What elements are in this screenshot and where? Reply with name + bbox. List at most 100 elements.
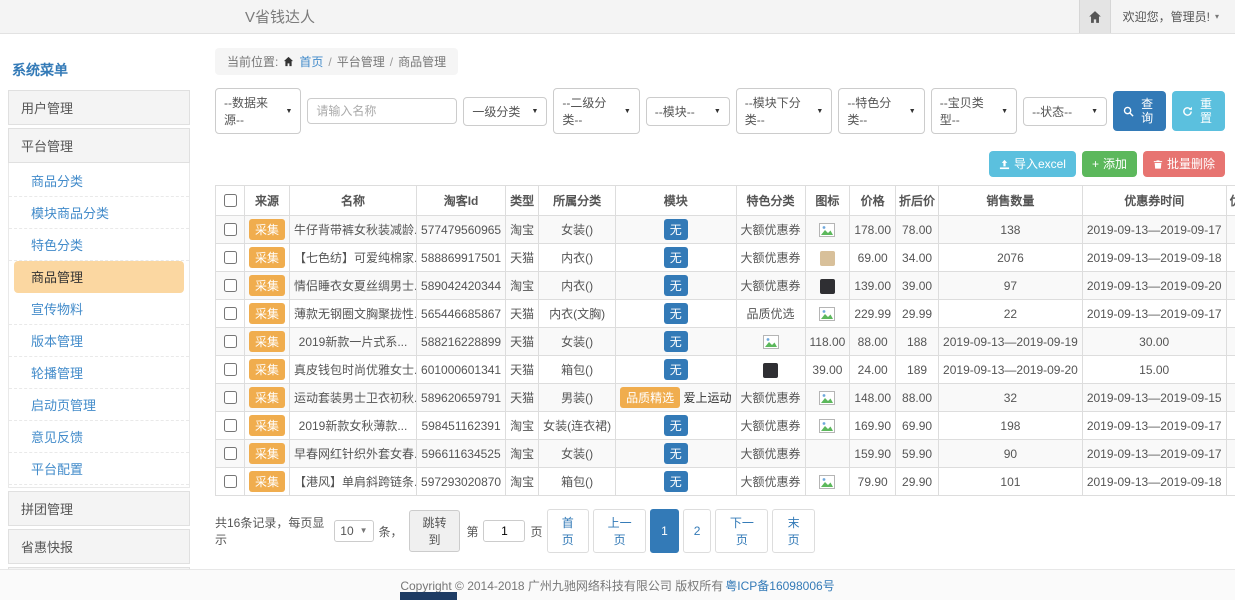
add-button[interactable]: + 添加 xyxy=(1082,151,1137,177)
source-badge: 采集 xyxy=(249,331,285,352)
row-checkbox[interactable] xyxy=(224,419,237,432)
taoke-id: 589042420344 xyxy=(417,272,506,300)
sidebar-subitem[interactable]: 平台配置 xyxy=(9,453,189,485)
import-excel-button[interactable]: 导入excel xyxy=(989,151,1076,177)
page-button[interactable]: 末页 xyxy=(772,509,815,553)
breadcrumb-separator: / xyxy=(328,55,331,69)
sales-count: 189 xyxy=(896,356,939,384)
sidebar-subitem[interactable]: 特色分类 xyxy=(9,229,189,261)
filter-select[interactable]: --宝贝类型-- ▼ xyxy=(931,88,1017,134)
sidebar-subitem[interactable]: 商品分类 xyxy=(9,165,189,197)
module-none-badge: 无 xyxy=(664,415,688,436)
sidebar-group[interactable]: 省惠快报 xyxy=(8,529,190,564)
page-button[interactable]: 首页 xyxy=(547,509,590,553)
sidebar-subitem[interactable]: 意见反馈 xyxy=(9,421,189,453)
batch-delete-button[interactable]: 批量删除 xyxy=(1143,151,1225,177)
sidebar-subitem[interactable]: 版本管理 xyxy=(9,325,189,357)
table-row: 采集 2019新款一片式系... 588216228899 天猫 女装() 无 xyxy=(216,328,1235,356)
filter-select[interactable]: --状态-- ▼ xyxy=(1023,97,1107,126)
sidebar-subitem[interactable]: 模块商品分类 xyxy=(9,197,189,229)
row-checkbox[interactable] xyxy=(224,251,237,264)
taoke-id: 588869917501 xyxy=(417,244,506,272)
sidebar-group-users[interactable]: 用户管理 xyxy=(8,90,190,125)
page-button[interactable]: 1 xyxy=(650,509,679,553)
sidebar-group-platform[interactable]: 平台管理 xyxy=(8,128,190,163)
coupon-time: 2019-09-13—2019-09-20 xyxy=(1082,272,1226,300)
coupon-amount: 35.00 xyxy=(1226,244,1235,272)
column-header: 价格 xyxy=(850,186,896,216)
page-size-select[interactable]: 10 ▼ xyxy=(334,520,373,542)
product-thumbnail xyxy=(763,363,778,378)
icon-cell xyxy=(805,244,850,272)
feature-category: 大额优惠券 xyxy=(736,468,805,496)
table-body: 采集 牛仔背带裤女秋装减龄... 577479560965 淘宝 女装() 无 … xyxy=(216,216,1235,496)
coupon-amount: 100.00 xyxy=(1226,440,1235,468)
row-checkbox[interactable] xyxy=(224,335,237,348)
jump-button[interactable]: 跳转到 xyxy=(409,510,461,552)
reset-button[interactable]: 重置 xyxy=(1172,91,1225,132)
icon-cell xyxy=(805,440,850,468)
icp-link[interactable]: 粤ICP备16098006号 xyxy=(725,577,834,594)
discount-price: 24.00 xyxy=(850,356,896,384)
row-checkbox[interactable] xyxy=(224,447,237,460)
sidebar-subitem[interactable]: 轮播管理 xyxy=(9,357,189,389)
price: 139.00 xyxy=(850,272,896,300)
module-cell: 无 xyxy=(616,440,736,468)
product-name: 早春网红针织外套女春... xyxy=(290,440,417,468)
jump-suffix: 页 xyxy=(530,523,542,540)
name-search-input[interactable] xyxy=(307,98,457,124)
filter-select[interactable]: 一级分类 ▼ xyxy=(463,97,547,126)
sidebar-group[interactable]: 拼团管理 xyxy=(8,491,190,526)
page-button[interactable]: 2 xyxy=(683,509,712,553)
product-thumbnail xyxy=(819,391,835,405)
module-none-badge: 无 xyxy=(664,471,688,492)
select-caret-icon: ▼ xyxy=(360,527,368,535)
data-source-select[interactable]: --数据来源-- ▼ xyxy=(215,88,301,134)
product-thumbnail xyxy=(819,475,835,489)
sidebar-subitem[interactable]: 商品管理 xyxy=(14,261,184,293)
filter-select[interactable]: --二级分类-- ▼ xyxy=(553,88,639,134)
column-header: 特色分类 xyxy=(736,186,805,216)
records-info: 共16条记录，每页显示 xyxy=(215,514,329,548)
sidebar-subitem[interactable]: 宣传物料 xyxy=(9,293,189,325)
row-checkbox[interactable] xyxy=(224,307,237,320)
taoke-id: 596611634525 xyxy=(417,440,506,468)
breadcrumb-separator: / xyxy=(390,55,393,69)
product-name: 2019新款一片式系... xyxy=(290,328,417,356)
page-button[interactable]: 上一页 xyxy=(593,509,646,553)
discount-price: 29.90 xyxy=(896,468,939,496)
sidebar-subitem[interactable]: 启动页管理 xyxy=(9,389,189,421)
row-checkbox[interactable] xyxy=(224,363,237,376)
product-category: 内衣() xyxy=(539,244,616,272)
filter-select[interactable]: --模块下分类-- ▼ xyxy=(736,88,833,134)
filter-select[interactable]: --特色分类-- ▼ xyxy=(838,88,924,134)
row-checkbox[interactable] xyxy=(224,475,237,488)
page-number-input[interactable] xyxy=(483,520,525,542)
discount-price: 29.99 xyxy=(896,300,939,328)
module-cell: 无 xyxy=(616,272,736,300)
sales-count: 101 xyxy=(939,468,1083,496)
search-button[interactable]: 查询 xyxy=(1113,91,1166,132)
row-checkbox[interactable] xyxy=(224,391,237,404)
row-checkbox[interactable] xyxy=(224,223,237,236)
table-toolbar: 导入excel + 添加 批量删除 xyxy=(215,151,1225,177)
column-header: 模块 xyxy=(616,186,736,216)
home-button[interactable] xyxy=(1079,0,1111,33)
product-type: 淘宝 xyxy=(506,440,539,468)
page-button[interactable]: 下一页 xyxy=(715,509,768,553)
filter-select[interactable]: --模块-- ▼ xyxy=(646,97,730,126)
module-cell: 无 xyxy=(616,216,736,244)
price: 148.00 xyxy=(850,384,896,412)
select-caret-icon: ▼ xyxy=(1091,108,1098,115)
price: 69.00 xyxy=(850,244,896,272)
product-type: 淘宝 xyxy=(506,272,539,300)
product-name: 【七色纺】可爱纯棉家... xyxy=(290,244,417,272)
row-checkbox[interactable] xyxy=(224,279,237,292)
icon-cell xyxy=(805,300,850,328)
breadcrumb-home-link[interactable]: 首页 xyxy=(299,53,323,70)
source-badge: 采集 xyxy=(249,443,285,464)
module-cell: 品质精选 爱上运动 xyxy=(616,384,736,412)
product-thumbnail xyxy=(820,279,835,294)
select-all-checkbox[interactable] xyxy=(224,194,237,207)
user-dropdown[interactable]: 欢迎您，管理员! ▾ xyxy=(1123,8,1219,25)
